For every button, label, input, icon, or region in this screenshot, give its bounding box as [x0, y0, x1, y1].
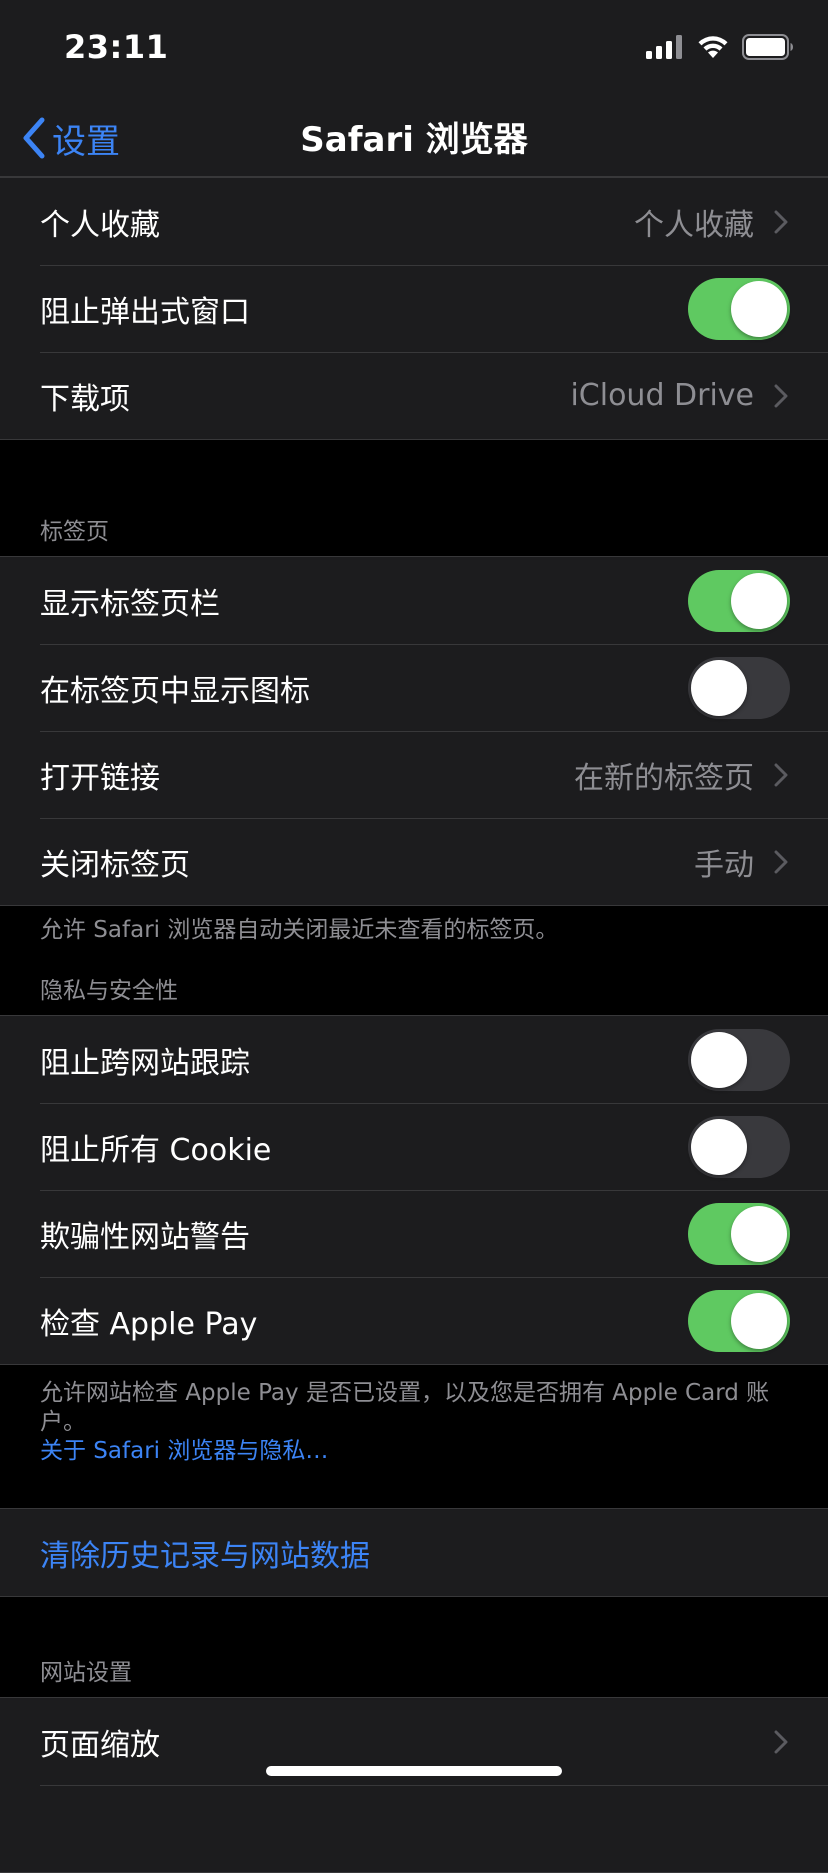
- general-group: 个人收藏 个人收藏 阻止弹出式窗口 下载项 iCloud Drive: [0, 177, 828, 440]
- close-tabs-label: 关闭标签页: [40, 847, 190, 883]
- show-tab-bar-label: 显示标签页栏: [40, 586, 220, 622]
- show-icons-in-tabs-toggle[interactable]: [688, 656, 790, 719]
- chevron-right-icon: [774, 850, 788, 873]
- clear-history-button[interactable]: 清除历史记录与网站数据: [40, 1531, 370, 1575]
- home-indicator[interactable]: [266, 1766, 562, 1776]
- page-zoom-label: 页面缩放: [40, 1727, 160, 1763]
- tabs-footer: 允许 Safari 浏览器自动关闭最近未查看的标签页。: [40, 917, 559, 943]
- favorites-label: 个人收藏: [40, 207, 160, 243]
- prevent-cross-site-tracking-row: 阻止跨网站跟踪: [0, 1016, 828, 1103]
- block-all-cookies-toggle[interactable]: [688, 1115, 790, 1178]
- favorites-value: 个人收藏: [634, 207, 754, 243]
- clear-history-row[interactable]: 清除历史记录与网站数据: [0, 1509, 828, 1596]
- downloads-row[interactable]: 下载项 iCloud Drive: [0, 352, 828, 439]
- settings-list[interactable]: 个人收藏 个人收藏 阻止弹出式窗口 下载项 iCloud Drive 标签页 显…: [0, 177, 828, 1873]
- block-all-cookies-label: 阻止所有 Cookie: [40, 1132, 272, 1168]
- fraudulent-website-warning-label: 欺骗性网站警告: [40, 1219, 250, 1255]
- check-apple-pay-row: 检查 Apple Pay: [0, 1277, 828, 1364]
- block-popups-toggle[interactable]: [688, 277, 790, 340]
- tabs-section-header: 标签页: [40, 519, 109, 545]
- open-links-row[interactable]: 打开链接 在新的标签页: [0, 731, 828, 818]
- chevron-right-icon: [774, 1730, 788, 1753]
- chevron-right-icon: [774, 384, 788, 407]
- prevent-cross-site-tracking-toggle[interactable]: [688, 1028, 790, 1091]
- show-icons-in-tabs-row: 在标签页中显示图标: [0, 644, 828, 731]
- page-title: Safari 浏览器: [300, 120, 528, 160]
- fraudulent-website-warning-row: 欺骗性网站警告: [0, 1190, 828, 1277]
- website-settings-header: 网站设置: [40, 1660, 132, 1686]
- check-apple-pay-toggle[interactable]: [688, 1289, 790, 1352]
- privacy-section-header: 隐私与安全性: [40, 978, 178, 1004]
- battery-icon: [742, 34, 793, 60]
- status-bar: 23:11: [0, 0, 828, 100]
- block-popups-label: 阻止弹出式窗口: [40, 294, 250, 330]
- close-tabs-value: 手动: [694, 847, 754, 883]
- fraudulent-website-warning-toggle[interactable]: [688, 1202, 790, 1265]
- show-tab-bar-row: 显示标签页栏: [0, 557, 828, 644]
- favorites-row[interactable]: 个人收藏 个人收藏: [0, 178, 828, 265]
- cellular-signal-icon: [646, 35, 682, 59]
- close-tabs-row[interactable]: 关闭标签页 手动: [0, 818, 828, 905]
- privacy-footer: 允许网站检查 Apple Pay 是否已设置，以及您是否拥有 Apple Car…: [0, 1365, 828, 1466]
- navigation-bar: 设置 Safari 浏览器: [0, 100, 828, 177]
- show-tab-bar-toggle[interactable]: [688, 569, 790, 632]
- clear-group: 清除历史记录与网站数据: [0, 1508, 828, 1597]
- downloads-value: iCloud Drive: [570, 378, 754, 413]
- privacy-footer-text: 允许网站检查 Apple Pay 是否已设置，以及您是否拥有 Apple Car…: [40, 1380, 770, 1435]
- privacy-group: 阻止跨网站跟踪 阻止所有 Cookie 欺骗性网站警告 检查 Apple Pay: [0, 1015, 828, 1365]
- check-apple-pay-label: 检查 Apple Pay: [40, 1306, 258, 1342]
- block-all-cookies-row: 阻止所有 Cookie: [0, 1103, 828, 1190]
- about-safari-privacy-link[interactable]: 关于 Safari 浏览器与隐私…: [40, 1437, 788, 1466]
- chevron-right-icon: [774, 210, 788, 233]
- status-time: 23:11: [64, 28, 169, 66]
- tabs-group: 显示标签页栏 在标签页中显示图标 打开链接 在新的标签页 关闭标签页 手动: [0, 556, 828, 906]
- wifi-icon: [698, 36, 728, 58]
- next-setting-row[interactable]: [0, 1785, 828, 1872]
- show-icons-in-tabs-label: 在标签页中显示图标: [40, 673, 310, 709]
- open-links-value: 在新的标签页: [574, 760, 754, 796]
- status-icons: [646, 34, 794, 60]
- prevent-cross-site-tracking-label: 阻止跨网站跟踪: [40, 1045, 250, 1081]
- block-popups-row: 阻止弹出式窗口: [0, 265, 828, 352]
- downloads-label: 下载项: [40, 381, 130, 417]
- open-links-label: 打开链接: [40, 760, 160, 796]
- website-settings-group: 页面缩放: [0, 1697, 828, 1873]
- chevron-right-icon: [774, 763, 788, 786]
